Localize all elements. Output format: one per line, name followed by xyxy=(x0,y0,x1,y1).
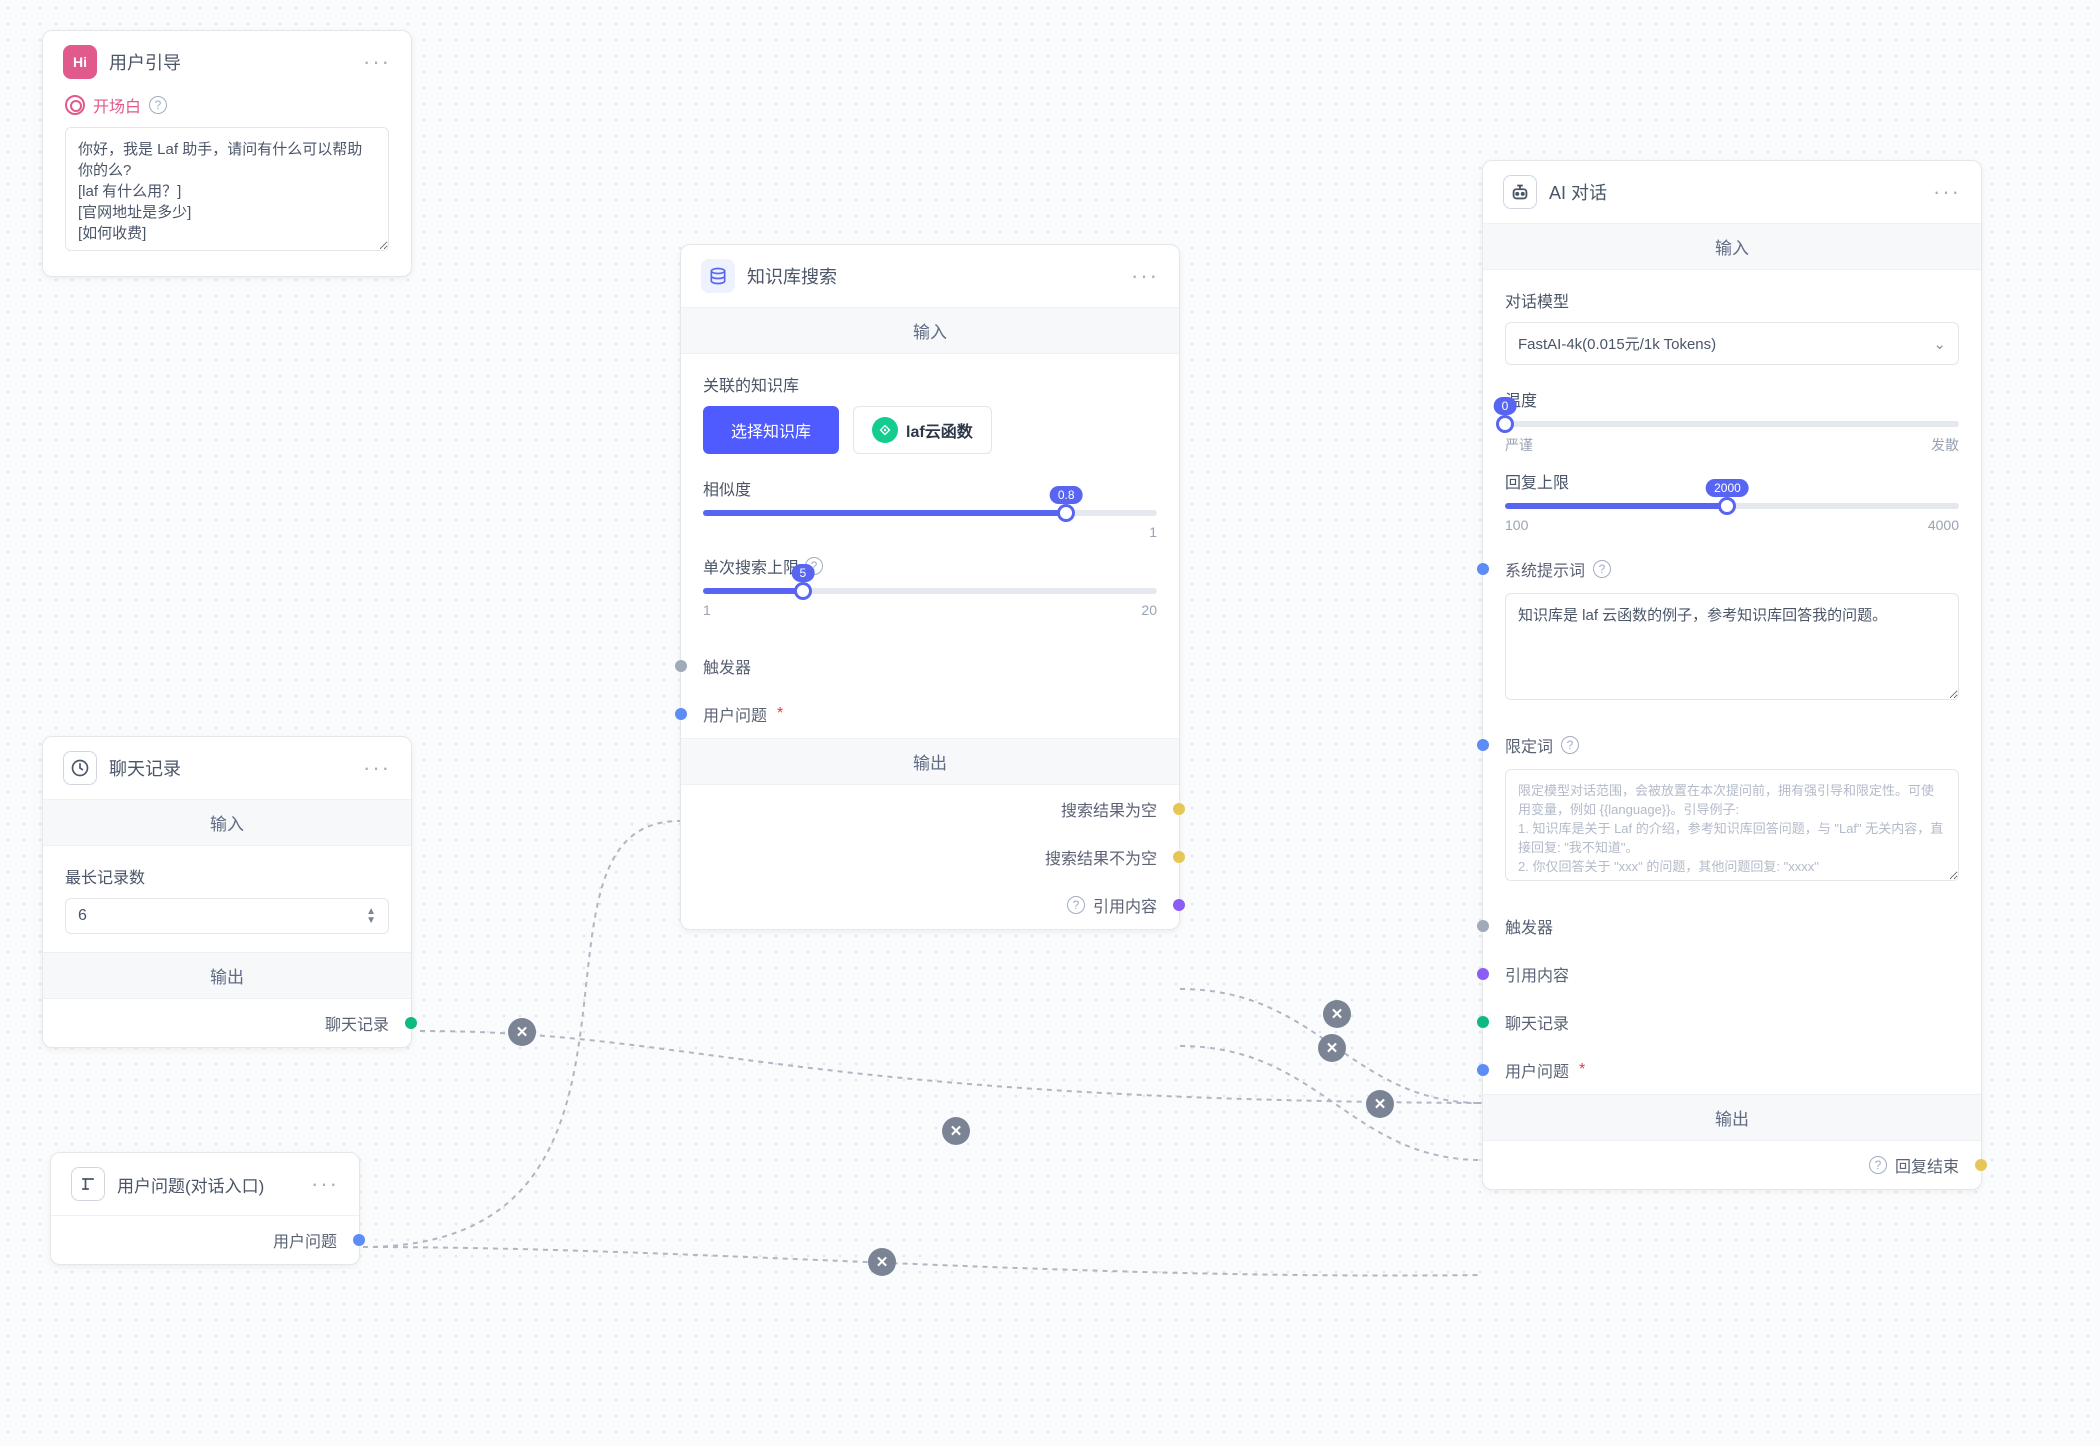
in-trigger[interactable]: 触发器 xyxy=(1483,902,1981,950)
node-title: 知识库搜索 xyxy=(747,263,1119,289)
input-section: 输入 xyxy=(681,307,1179,354)
node-menu-button[interactable]: ··· xyxy=(311,1171,339,1197)
node-menu-button[interactable]: ··· xyxy=(363,755,391,781)
kb-chip[interactable]: ⟐ laf云函数 xyxy=(853,406,992,454)
edge-delete-3[interactable]: ✕ xyxy=(868,1248,896,1276)
model-label: 对话模型 xyxy=(1505,288,1959,312)
max-records-stepper[interactable]: 6 ▲▼ xyxy=(65,898,389,934)
edge-delete-2[interactable]: ✕ xyxy=(942,1117,970,1145)
node-title: 用户引导 xyxy=(109,49,351,75)
temperature-slider[interactable]: 0 xyxy=(1505,421,1959,427)
help-icon[interactable]: ? xyxy=(1593,560,1611,578)
max-reply-slider[interactable]: 2000 xyxy=(1505,503,1959,509)
in-user-question[interactable]: 用户问题* xyxy=(1483,1046,1981,1094)
similarity-label: 相似度 xyxy=(703,476,1157,500)
text-input-icon xyxy=(71,1167,105,1201)
help-icon[interactable]: ? xyxy=(1869,1156,1887,1174)
out-not-empty[interactable]: 搜索结果不为空 xyxy=(681,833,1179,881)
opening-textarea[interactable] xyxy=(65,127,389,251)
in-history[interactable]: 聊天记录 xyxy=(1483,998,1981,1046)
related-kb-label: 关联的知识库 xyxy=(703,372,1157,396)
node-title: AI 对话 xyxy=(1549,179,1921,205)
out-reply-end[interactable]: ? 回复结束 xyxy=(1483,1141,1981,1189)
edge-delete-4[interactable]: ✕ xyxy=(1323,1000,1351,1028)
out-history[interactable]: 聊天记录 xyxy=(43,999,411,1047)
model-select[interactable]: FastAI-4k(0.015元/1k Tokens) ⌄ xyxy=(1505,322,1959,365)
in-trigger[interactable]: 触发器 xyxy=(681,642,1179,690)
input-section: 输入 xyxy=(43,799,411,846)
limiter-textarea[interactable] xyxy=(1505,769,1959,881)
help-icon[interactable]: ? xyxy=(1067,896,1085,914)
edge-delete-1[interactable]: ✕ xyxy=(508,1018,536,1046)
in-user-question[interactable]: 用户问题* xyxy=(681,690,1179,738)
chevron-down-icon: ⌄ xyxy=(1933,335,1946,353)
out-user-question[interactable]: 用户问题 xyxy=(51,1216,359,1264)
in-quote[interactable]: 引用内容 xyxy=(1483,950,1981,998)
in-limiter[interactable]: 限定词 ? xyxy=(1483,721,1981,769)
clock-icon xyxy=(63,751,97,785)
kb-chip-icon: ⟐ xyxy=(872,417,898,443)
node-ai-chat[interactable]: AI 对话 ··· 输入 对话模型 FastAI-4k(0.015元/1k To… xyxy=(1482,160,1982,1190)
node-menu-button[interactable]: ··· xyxy=(1131,263,1159,289)
output-section: 输出 xyxy=(43,952,411,999)
out-empty[interactable]: 搜索结果为空 xyxy=(681,785,1179,833)
search-limit-slider[interactable]: 5 xyxy=(703,588,1157,594)
output-section: 输出 xyxy=(1483,1094,1981,1141)
select-kb-button[interactable]: 选择知识库 xyxy=(703,406,839,454)
node-menu-button[interactable]: ··· xyxy=(363,49,391,75)
out-quote[interactable]: ? 引用内容 xyxy=(681,881,1179,929)
database-icon xyxy=(701,259,735,293)
edge-delete-6[interactable]: ✕ xyxy=(1366,1090,1394,1118)
node-user-guide[interactable]: Hi 用户引导 ··· 开场白 ? xyxy=(42,30,412,277)
node-kb-search[interactable]: 知识库搜索 ··· 输入 关联的知识库 选择知识库 ⟐ laf云函数 相似度 0… xyxy=(680,244,1180,930)
target-icon xyxy=(65,95,85,115)
system-prompt-textarea[interactable] xyxy=(1505,593,1959,700)
step-down[interactable]: ▼ xyxy=(366,916,376,925)
edge-delete-5[interactable]: ✕ xyxy=(1318,1034,1346,1062)
in-system-prompt[interactable]: 系统提示词 ? xyxy=(1483,557,1981,593)
similarity-slider[interactable]: 0.8 xyxy=(703,510,1157,516)
robot-icon xyxy=(1503,175,1537,209)
max-records-label: 最长记录数 xyxy=(65,864,389,888)
node-chat-history[interactable]: 聊天记录 ··· 输入 最长记录数 6 ▲▼ 输出 聊天记录 xyxy=(42,736,412,1048)
node-user-question[interactable]: 用户问题(对话入口) ··· 用户问题 xyxy=(50,1152,360,1265)
help-icon[interactable]: ? xyxy=(149,96,167,114)
node-title: 聊天记录 xyxy=(109,755,351,781)
temp-label: 温度 xyxy=(1505,387,1959,411)
output-section: 输出 xyxy=(681,738,1179,785)
node-title: 用户问题(对话入口) xyxy=(117,1172,299,1197)
opening-label: 开场白 xyxy=(93,93,141,117)
input-section: 输入 xyxy=(1483,223,1981,270)
hi-icon: Hi xyxy=(63,45,97,79)
help-icon[interactable]: ? xyxy=(1561,736,1579,754)
search-limit-label: 单次搜索上限 xyxy=(703,554,799,578)
node-menu-button[interactable]: ··· xyxy=(1933,179,1961,205)
